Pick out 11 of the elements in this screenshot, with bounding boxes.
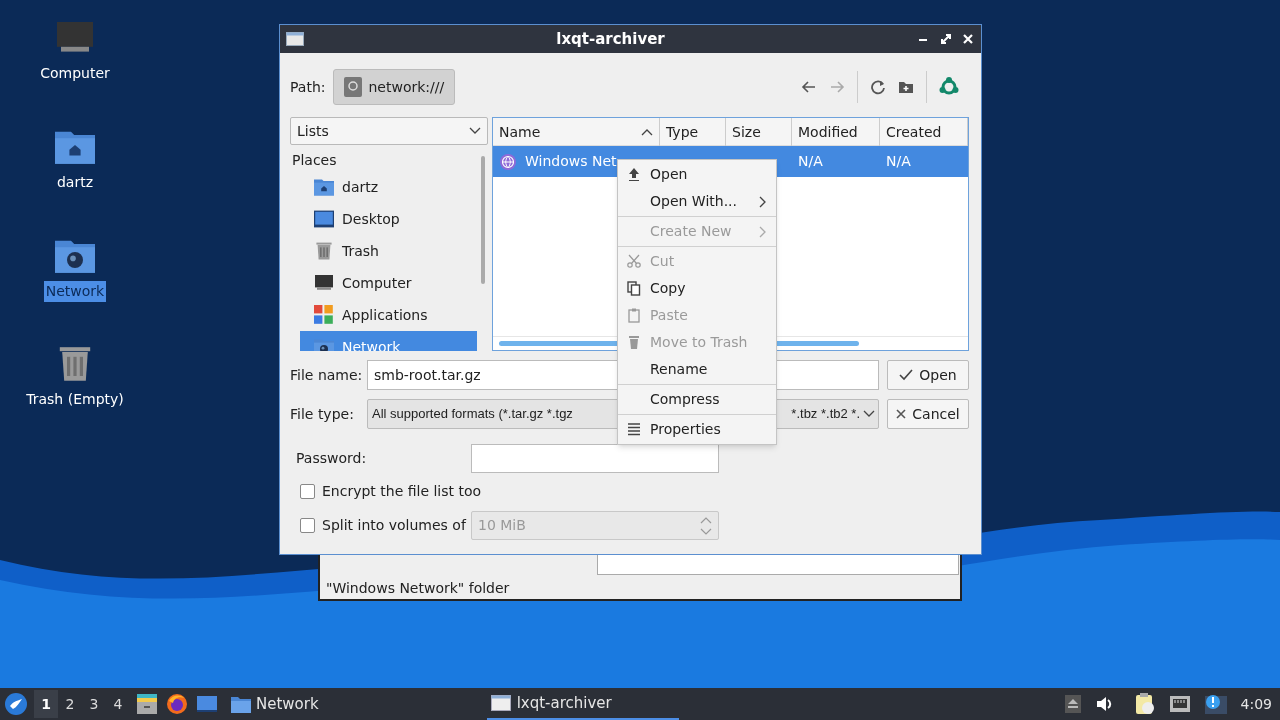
clock: 4:09	[1240, 694, 1272, 714]
table-cell: N/A	[886, 153, 911, 169]
window-title: lxqt-archiver	[555, 28, 666, 50]
field-label: Path:	[290, 77, 326, 97]
field-label: Password:	[296, 449, 368, 468]
section-heading: Places	[291, 151, 338, 170]
field-label: File name:	[290, 365, 364, 385]
field-label: File type:	[290, 404, 355, 424]
table-cell: N/A	[798, 153, 823, 169]
table-cell-text: Windows Net	[525, 152, 617, 171]
status-text: "Windows Network" folder	[326, 579, 510, 598]
